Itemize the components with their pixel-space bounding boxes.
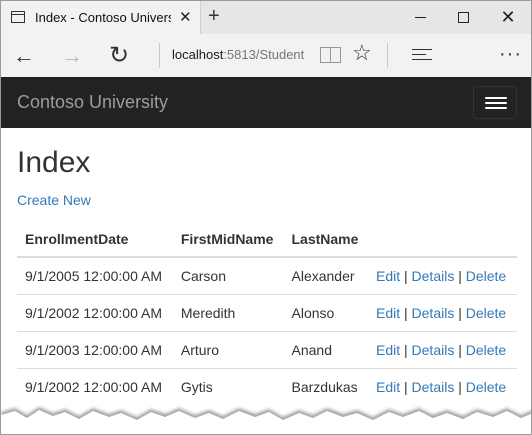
separator: |	[404, 341, 408, 358]
delete-link[interactable]: Delete	[466, 342, 506, 358]
last-name-cell: Anand	[283, 330, 368, 368]
hamburger-icon-bar	[485, 102, 507, 104]
browser-tab[interactable]: Index - Contoso Univers ✕	[1, 1, 201, 34]
close-tab-icon[interactable]: ✕	[179, 8, 192, 26]
details-link[interactable]: Details	[412, 379, 455, 395]
first-name-cell: Carson	[172, 256, 284, 294]
navbar-toggle-button[interactable]	[473, 86, 517, 119]
enrollment-date-cell: 9/1/2003 12:00:00 AM	[17, 330, 173, 368]
edit-link[interactable]: Edit	[376, 305, 400, 321]
separator: |	[404, 304, 408, 321]
site-navbar: Contoso University	[1, 77, 531, 128]
column-header-first-mid-name[interactable]: FirstMidName	[172, 221, 284, 258]
edit-link[interactable]: Edit	[376, 268, 400, 284]
column-header-last-name[interactable]: LastName	[283, 221, 368, 258]
hamburger-icon-bar	[485, 107, 507, 109]
enrollment-date-cell: 9/1/2002 12:00:00 AM	[17, 293, 173, 331]
separator: |	[458, 378, 462, 395]
new-tab-icon[interactable]: +	[208, 5, 220, 27]
details-link[interactable]: Details	[412, 342, 455, 358]
address-bar[interactable]: localhost:5813/Student	[172, 47, 304, 62]
table-row: 9/1/2005 12:00:00 AM Carson Alexander Ed…	[17, 256, 517, 294]
separator: |	[458, 304, 462, 321]
divider	[159, 43, 160, 68]
minimize-icon	[415, 17, 426, 18]
page-icon	[11, 11, 25, 23]
title-bar: Index - Contoso Univers ✕ + ✕	[1, 1, 531, 34]
hub-icon[interactable]	[412, 49, 432, 61]
create-new-link[interactable]: Create New	[17, 192, 91, 208]
first-name-cell: Meredith	[172, 293, 284, 331]
delete-link[interactable]: Delete	[466, 305, 506, 321]
edit-link[interactable]: Edit	[376, 379, 400, 395]
first-name-cell: Arturo	[172, 330, 284, 368]
maximize-button[interactable]	[442, 1, 486, 34]
delete-link[interactable]: Delete	[466, 379, 506, 395]
url-host: localhost	[172, 47, 224, 62]
minimize-button[interactable]	[399, 1, 443, 34]
tab-title: Index - Contoso Univers	[35, 10, 171, 25]
back-arrow-icon[interactable]: ←	[9, 34, 39, 77]
separator: |	[458, 267, 462, 284]
forward-arrow-icon[interactable]: →	[57, 34, 87, 77]
close-window-button[interactable]: ✕	[486, 1, 530, 34]
browser-toolbar: ← → ↻ localhost:5813/Student ☆ ···	[1, 34, 531, 77]
details-link[interactable]: Details	[412, 268, 455, 284]
close-icon: ✕	[500, 7, 516, 27]
separator: |	[404, 267, 408, 284]
hamburger-icon	[485, 97, 507, 99]
enrollment-date-cell: 9/1/2005 12:00:00 AM	[17, 256, 173, 294]
divider	[387, 43, 388, 68]
actions-cell: Edit | Details | Delete	[367, 256, 517, 294]
actions-cell: Edit | Details | Delete	[367, 330, 517, 368]
column-header-enrollment-date[interactable]: EnrollmentDate	[17, 221, 173, 258]
brand-link[interactable]: Contoso University	[17, 92, 168, 113]
separator: |	[404, 378, 408, 395]
actions-cell: Edit | Details | Delete	[367, 293, 517, 331]
book-icon[interactable]	[319, 45, 341, 63]
table-row: 9/1/2003 12:00:00 AM Arturo Anand Edit |…	[17, 330, 517, 368]
details-link[interactable]: Details	[412, 305, 455, 321]
maximize-icon	[458, 12, 469, 23]
torn-edge-decoration	[1, 407, 531, 434]
column-header-actions	[367, 221, 517, 258]
separator: |	[458, 341, 462, 358]
browser-window: Index - Contoso Univers ✕ + ✕ ← → ↻ loca…	[0, 0, 532, 435]
table-row: 9/1/2002 12:00:00 AM Meredith Alonso Edi…	[17, 293, 517, 331]
last-name-cell: Alexander	[283, 256, 368, 294]
students-table: EnrollmentDate FirstMidName LastName 9/1…	[17, 221, 517, 405]
url-path: :5813/Student	[223, 47, 305, 62]
last-name-cell: Alonso	[283, 293, 368, 331]
delete-link[interactable]: Delete	[466, 268, 506, 284]
edit-link[interactable]: Edit	[376, 342, 400, 358]
more-icon[interactable]: ···	[499, 43, 522, 66]
page-title: Index	[17, 146, 91, 179]
refresh-icon[interactable]: ↻	[104, 34, 134, 77]
star-icon[interactable]: ☆	[352, 40, 372, 66]
table-header-row: EnrollmentDate FirstMidName LastName	[17, 221, 517, 258]
